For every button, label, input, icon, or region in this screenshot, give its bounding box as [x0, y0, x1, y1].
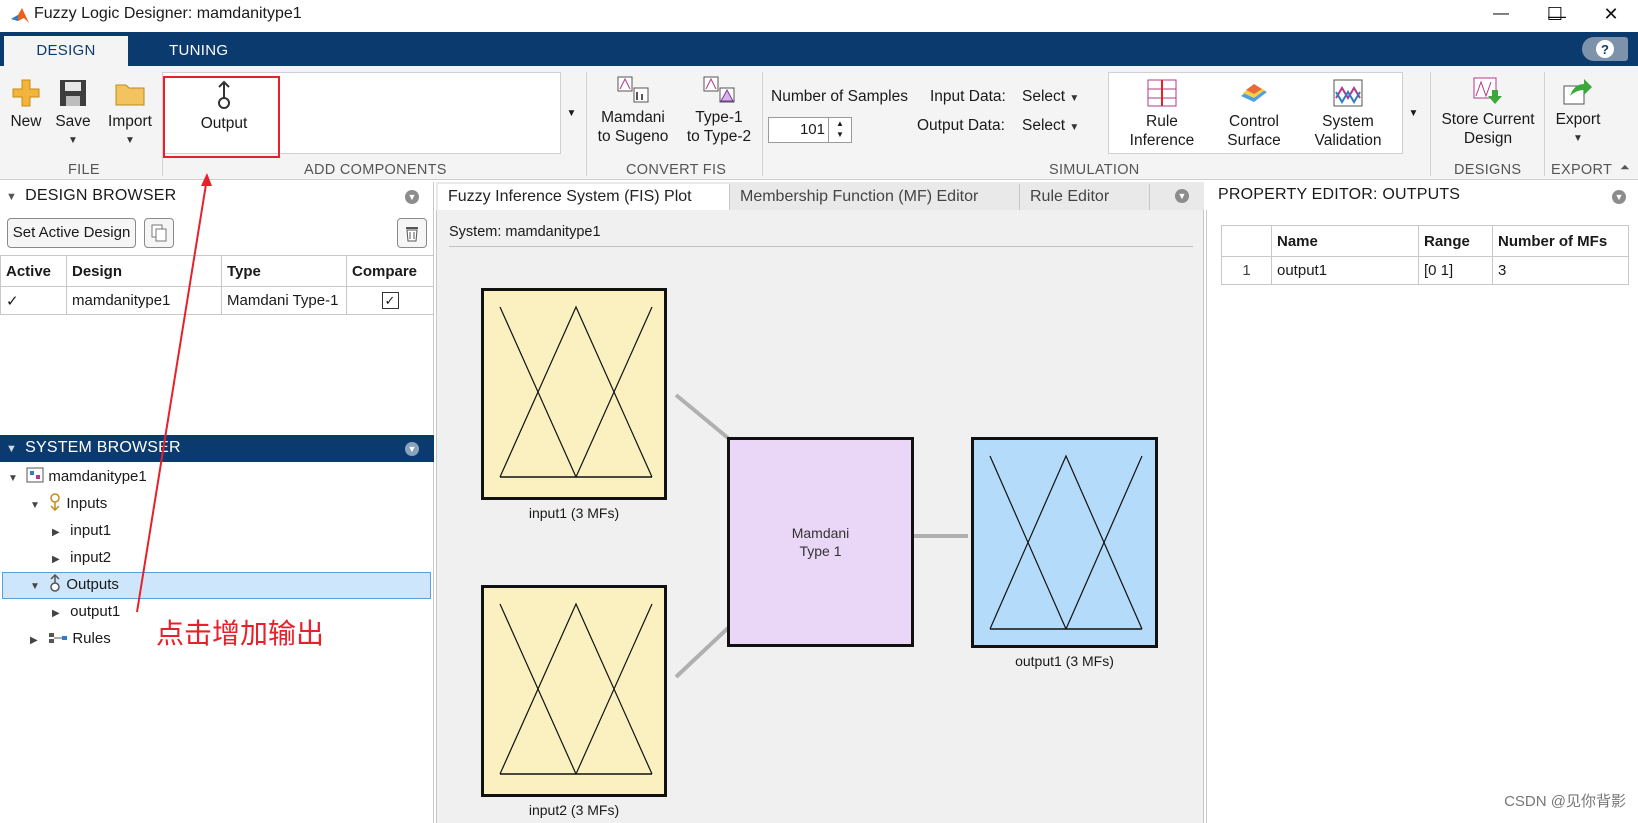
- annotation-text: 点击增加输出: [156, 617, 325, 650]
- watermark-text: CSDN @见你背影: [1504, 793, 1626, 810]
- annotation-arrow: [136, 173, 212, 613]
